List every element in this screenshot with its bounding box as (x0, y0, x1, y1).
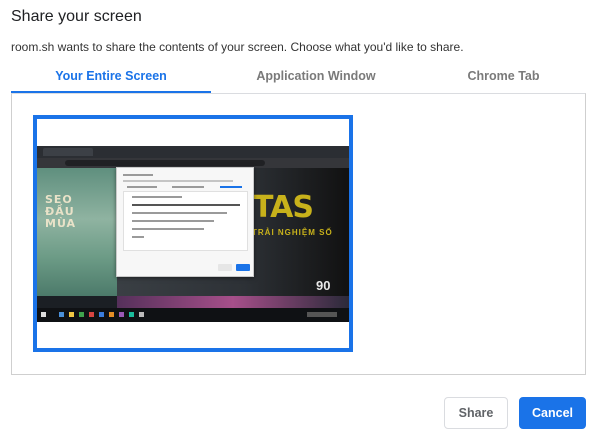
mini-list-item (132, 204, 240, 206)
tab-chrome-tab[interactable]: Chrome Tab (421, 66, 586, 92)
mini-share-dialog (116, 167, 254, 277)
taskbar-icon (59, 312, 64, 317)
mini-dialog-text (123, 180, 233, 182)
mini-tab-3 (220, 186, 242, 188)
logo-subtitle: TRẢI NGHIỆM SỐ (252, 228, 333, 237)
address-bar (65, 160, 265, 166)
taskbar-icon (139, 312, 144, 317)
number-text: 90 (316, 278, 331, 293)
mini-dialog-title (123, 174, 153, 176)
tab-your-entire-screen[interactable]: Your Entire Screen (11, 66, 211, 92)
tab-application-window[interactable]: Application Window (211, 66, 421, 92)
start-icon (41, 312, 46, 317)
mini-tab-1 (127, 186, 157, 188)
logo-text: TAS (253, 190, 314, 225)
share-button[interactable]: Share (444, 397, 508, 429)
source-panel: SEO ĐẦU MÙA TAS TRẢI NGHIỆM SỐ 90 (11, 93, 586, 375)
taskbar-icon (99, 312, 104, 317)
mini-list-item (132, 220, 214, 222)
dialog-description: room.sh wants to share the contents of y… (11, 40, 464, 54)
screen-preview: SEO ĐẦU MÙA TAS TRẢI NGHIỆM SỐ 90 (37, 146, 349, 322)
browser-tab (43, 148, 93, 156)
taskbar-icon (69, 312, 74, 317)
mini-list (123, 191, 248, 251)
wallpaper-text: SEO ĐẦU MÙA (45, 193, 77, 230)
cancel-button[interactable]: Cancel (519, 397, 586, 429)
mini-list-item (132, 236, 144, 238)
entire-screen-thumbnail[interactable]: SEO ĐẦU MÙA TAS TRẢI NGHIỆM SỐ 90 (33, 115, 353, 352)
system-tray (307, 312, 337, 317)
mini-share-button (218, 264, 232, 271)
taskbar-icon (89, 312, 94, 317)
taskbar-icon (109, 312, 114, 317)
mini-cancel-button (236, 264, 250, 271)
wallpaper-bottom (117, 296, 349, 308)
wallpaper-left (37, 168, 117, 296)
taskbar-icon (79, 312, 84, 317)
taskbar-icon (129, 312, 134, 317)
mini-list-item (132, 212, 227, 214)
mini-tab-2 (172, 186, 204, 188)
mini-list-item (132, 196, 182, 198)
mini-list-item (132, 228, 204, 230)
taskbar-icon (119, 312, 124, 317)
source-tabs: Your Entire Screen Application Window Ch… (11, 66, 586, 92)
dialog-title: Share your screen (11, 8, 142, 25)
